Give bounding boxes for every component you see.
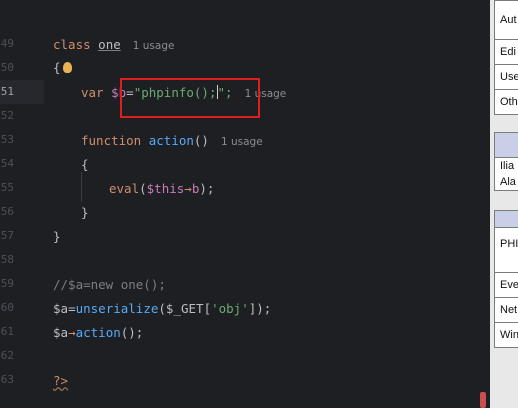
panel-group-header (495, 133, 518, 158)
code-line[interactable]: } (81, 201, 89, 225)
superglobal: $_GET (165, 301, 204, 316)
panel-item[interactable]: Ala (495, 174, 518, 190)
usage-hint[interactable]: 1 usage (221, 136, 263, 148)
brace: } (53, 229, 61, 244)
line-number: 60 (0, 301, 14, 314)
panel-item[interactable]: Net (495, 298, 518, 323)
code-line[interactable]: class one 1 usage (53, 33, 174, 57)
code-line[interactable]: } (53, 225, 61, 249)
parens: () (193, 133, 209, 148)
paren: ( (139, 181, 147, 196)
php-close-tag: ?> (53, 373, 69, 388)
code-line[interactable]: ?> (53, 369, 68, 393)
line-number: 50 (0, 61, 14, 74)
line-number: 61 (0, 325, 14, 338)
method-call[interactable]: action (76, 325, 121, 340)
operator: = (68, 301, 76, 316)
string-literal: 'obj' (211, 301, 249, 316)
line-number-current: 51 (0, 85, 14, 98)
paren-close: ); (199, 181, 215, 196)
brace: { (53, 60, 61, 75)
paren-close: (); (120, 325, 144, 340)
code-line[interactable]: { (81, 153, 89, 177)
code-line[interactable]: eval($this→b); (109, 177, 214, 201)
keyword: var (81, 85, 104, 100)
line-number: 54 (0, 157, 14, 170)
panel-item[interactable]: Eve (495, 273, 518, 298)
line-number: 53 (0, 133, 14, 146)
right-side-panel: Aut Edi Use Oth Ilia Ala PHI Eve Net Win (490, 0, 518, 408)
line-number: 52 (0, 109, 14, 122)
paren: ( (158, 301, 166, 316)
panel-item[interactable]: Ilia (495, 158, 518, 174)
code-line[interactable]: $a=unserialize($_GET['obj']); (53, 297, 271, 321)
line-number: 63 (0, 373, 14, 386)
keyword: function (81, 133, 142, 148)
function-call: eval (109, 181, 140, 196)
line-number: 57 (0, 229, 14, 242)
code-line[interactable]: function action() 1 usage (81, 129, 263, 153)
code-editor[interactable] (44, 0, 490, 408)
code-line[interactable]: { (53, 56, 72, 80)
code-line[interactable]: $a→action(); (53, 321, 143, 345)
line-number: 59 (0, 277, 14, 290)
panel-group-2: Ilia Ala (494, 132, 518, 191)
function-name[interactable]: action (149, 133, 194, 148)
close: ]); (248, 301, 272, 316)
panel-item[interactable]: Edi (495, 40, 518, 65)
panel-group-1: Aut Edi Use Oth (494, 0, 518, 115)
this-variable: $this (146, 181, 185, 196)
line-number: 56 (0, 205, 14, 218)
panel-group-3: PHI Eve Net Win (494, 210, 518, 348)
panel-item[interactable]: Oth (495, 90, 518, 114)
line-number: 49 (0, 37, 14, 50)
variable: $a (53, 301, 69, 316)
panel-item[interactable]: Use (495, 65, 518, 90)
scrollbar-marker[interactable] (480, 392, 486, 408)
indent-guide (81, 172, 82, 202)
panel-item[interactable]: Win (495, 323, 518, 347)
brace: { (81, 157, 89, 172)
function-call[interactable]: unserialize (76, 301, 159, 316)
code-line[interactable]: //$a=new one(); (53, 273, 166, 297)
arrow-operator: → (68, 325, 76, 340)
bracket: [ (203, 301, 212, 316)
keyword: class (53, 37, 91, 52)
annotation-highlight-box (120, 78, 260, 118)
panel-item[interactable]: PHI (495, 228, 518, 273)
line-number: 55 (0, 181, 14, 194)
variable: $a (53, 325, 69, 340)
arrow-operator: → (184, 181, 192, 196)
panel-item[interactable]: Aut (495, 1, 518, 40)
comment: //$a=new one(); (53, 277, 166, 292)
class-name[interactable]: one (98, 37, 121, 52)
line-number: 58 (0, 253, 14, 266)
brace: } (81, 205, 89, 220)
line-number: 62 (0, 349, 14, 362)
panel-group-header (495, 211, 518, 228)
usage-hint[interactable]: 1 usage (133, 40, 175, 52)
lightbulb-icon[interactable] (62, 62, 72, 73)
